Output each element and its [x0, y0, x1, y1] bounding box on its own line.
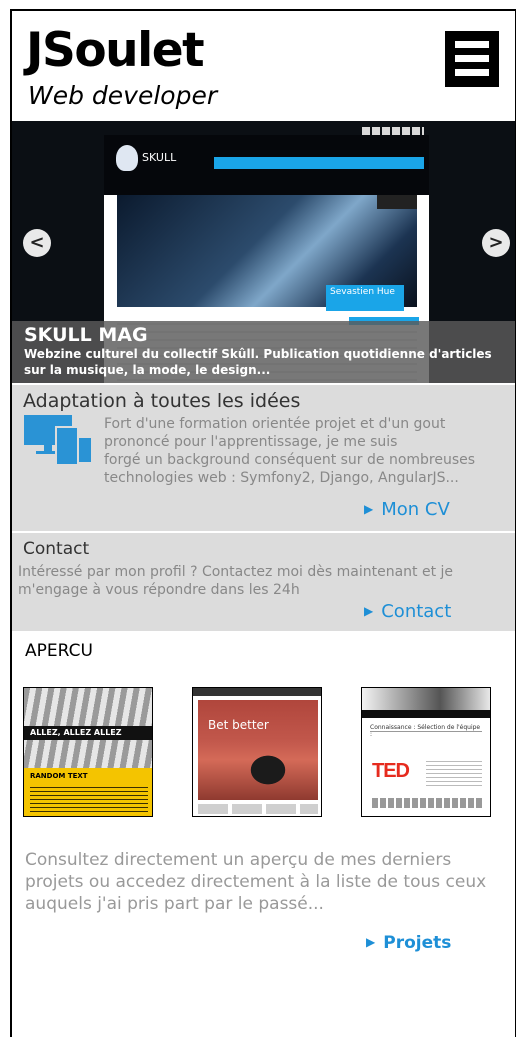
thumbnail-yellow-block: RANDOM TEXT — [24, 768, 152, 816]
thumbnail-overlay-text: Bet better — [208, 718, 269, 732]
slide-caption-band: SKULL MAG Webzine culturel du collectif … — [12, 321, 515, 383]
thumbnail-heading: Connaissance : Sélection de l'équipe : — [370, 724, 482, 738]
cv-panel: Adaptation à toutes les idées Fort d'une… — [12, 385, 515, 531]
thumbnail-header-image — [362, 688, 490, 710]
mock-site-header: SKULL — [104, 135, 429, 195]
mock-caption: Sevastien Hue — [326, 285, 404, 311]
runner-image — [238, 745, 298, 795]
mock-nav-bar — [214, 157, 424, 169]
contact-link[interactable]: ▶ Contact — [364, 601, 451, 622]
thumbnail-topbar — [193, 688, 321, 696]
page-frame: JSoulet Web developer SKULL Sevastien Hu… — [10, 9, 516, 1037]
devices-icon — [24, 415, 93, 466]
mon-cv-label: Mon CV — [381, 499, 450, 520]
projets-link[interactable]: ▶ Projets — [366, 933, 451, 953]
hamburger-line — [455, 41, 489, 48]
hamburger-icon[interactable] — [445, 31, 499, 87]
project-thumbnail-1[interactable]: ALLEZ, ALLEZ ALLEZ RANDOM TEXT — [23, 687, 153, 817]
contact-label: Contact — [381, 601, 452, 622]
thumbnail-heading: RANDOM TEXT — [30, 772, 88, 780]
site-subtitle: Web developer — [28, 81, 218, 110]
thumbnail-nav — [362, 710, 490, 718]
hamburger-line — [455, 69, 489, 76]
slider-next-button[interactable]: > — [482, 229, 510, 257]
cv-panel-title: Adaptation à toutes les idées — [23, 390, 301, 412]
site-title[interactable]: JSoulet — [26, 27, 205, 74]
triangle-right-icon: ▶ — [364, 604, 374, 618]
slide-description: Webzine culturel du collectif Skûll. Pub… — [24, 347, 492, 377]
social-icons-strip — [362, 127, 424, 135]
apercu-text: Consultez directement un aperçu de mes d… — [25, 850, 487, 914]
ted-logo: TED — [372, 760, 410, 782]
project-slider[interactable]: SKULL Sevastien Hue < > SKULL MAG Webzin… — [12, 121, 515, 383]
mock-logo-text: SKULL — [142, 151, 177, 164]
contact-panel-title: Contact — [23, 539, 90, 559]
triangle-right-icon: ▶ — [366, 935, 376, 949]
hamburger-line — [455, 55, 489, 62]
triangle-right-icon: ▶ — [364, 502, 374, 516]
thumbnail-photo: Bet better — [198, 700, 318, 800]
contact-panel: Contact Intéressé par mon profil ? Conta… — [12, 533, 515, 631]
thumbnail-text-lines — [30, 784, 148, 812]
project-thumbnail-2[interactable]: Bet better — [192, 687, 322, 817]
thumbnail-band: ALLEZ, ALLEZ ALLEZ — [24, 726, 152, 740]
project-thumbnail-3[interactable]: Connaissance : Sélection de l'équipe : T… — [361, 687, 491, 817]
mon-cv-link[interactable]: ▶ Mon CV — [364, 499, 450, 520]
contact-panel-text: Intéressé par mon profil ? Contactez moi… — [18, 564, 454, 598]
cv-panel-text: Fort d'une formation orientée projet et … — [104, 416, 476, 486]
site-header: JSoulet Web developer — [12, 11, 515, 121]
apercu-title: APERCU — [25, 641, 93, 661]
projets-label: Projets — [383, 933, 452, 953]
skull-logo-icon — [116, 145, 138, 171]
thumbnail-text-lines — [426, 758, 482, 788]
thumbnail-footer — [198, 804, 318, 814]
mock-hero-tag — [377, 195, 417, 209]
slider-prev-button[interactable]: < — [23, 229, 51, 257]
thumbnail-rating — [372, 798, 482, 808]
slide-title[interactable]: SKULL MAG — [24, 324, 503, 346]
